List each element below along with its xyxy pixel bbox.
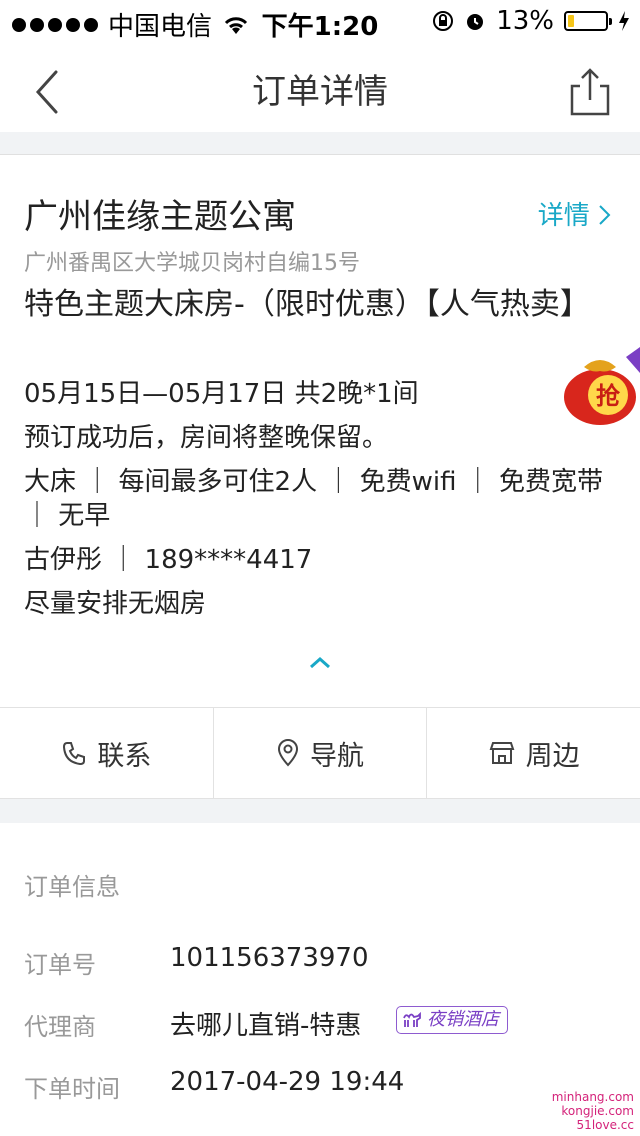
hotel-detail-link[interactable]: 详情 bbox=[538, 195, 612, 232]
watermark-line-1: minhang.com bbox=[551, 1090, 634, 1104]
reservation-note: 预订成功后，房间将整晚保留。 bbox=[24, 423, 389, 453]
store-icon bbox=[489, 742, 515, 764]
status-bar: 中国电信 下午1:20 13% bbox=[0, 0, 640, 42]
room-amenities: 大床 ｜ 每间最多可住2人 ｜ 免费wifi ｜ 免费宽带 ｜ 无早 bbox=[24, 467, 603, 531]
guest-info: 古伊彤 ｜ 189****4417 bbox=[24, 545, 313, 575]
camel-icon bbox=[403, 1011, 421, 1027]
page-title: 订单详情 bbox=[252, 72, 388, 112]
charging-bolt-icon bbox=[619, 11, 629, 31]
battery-percent: 13% bbox=[496, 6, 554, 36]
agent-label: 代理商 bbox=[24, 1013, 96, 1041]
agent-badge-label: 夜销酒店 bbox=[427, 1009, 499, 1030]
order-number-value: 101156373970 bbox=[170, 943, 369, 973]
navigation-bar: 订单详情 bbox=[0, 40, 640, 132]
phone-icon bbox=[63, 742, 86, 766]
chevron-right-icon bbox=[599, 205, 611, 225]
promo-grab-icon[interactable]: 抢 bbox=[560, 343, 640, 427]
agent-value: 去哪儿直销-特惠 bbox=[170, 1011, 362, 1041]
nearby-label: 周边 bbox=[525, 740, 580, 772]
contact-button[interactable]: 联系 bbox=[0, 708, 213, 798]
order-number-label: 订单号 bbox=[24, 951, 96, 979]
detail-link-label: 详情 bbox=[537, 201, 590, 231]
nearby-button[interactable]: 周边 bbox=[426, 708, 640, 798]
order-time-value: 2017-04-29 19:44 bbox=[170, 1067, 405, 1097]
chevron-up-icon[interactable] bbox=[305, 653, 335, 673]
battery-icon bbox=[564, 11, 612, 31]
section-divider bbox=[0, 132, 640, 155]
stay-dates: 05月15日—05月17日 共2晚*1间 bbox=[24, 379, 419, 409]
order-time-label: 下单时间 bbox=[24, 1075, 120, 1103]
contact-label: 联系 bbox=[97, 740, 152, 772]
agent-badge: 夜销酒店 bbox=[396, 1006, 508, 1034]
watermark-line-2: kongjie.com bbox=[561, 1104, 634, 1118]
hotel-address: 广州番禺区大学城贝岗村自编15号 bbox=[24, 251, 360, 276]
hotel-card: 广州佳缘主题公寓 详情 广州番禺区大学城贝岗村自编15号 特色主题大床房-（限时… bbox=[0, 155, 640, 708]
promo-text: 抢 bbox=[596, 382, 621, 410]
navigate-button[interactable]: 导航 bbox=[212, 708, 427, 798]
action-bar: 联系 导航 周边 bbox=[0, 708, 640, 798]
alarm-icon bbox=[467, 14, 484, 30]
order-info-title: 订单信息 bbox=[24, 873, 120, 901]
status-right: 13% bbox=[432, 6, 630, 36]
special-request: 尽量安排无烟房 bbox=[24, 589, 207, 619]
watermark: minhang.com kongjie.com 51love.cc bbox=[504, 1090, 634, 1132]
section-divider bbox=[0, 798, 640, 824]
watermark-line-3: 51love.cc bbox=[576, 1118, 634, 1132]
hotel-name: 广州佳缘主题公寓 bbox=[24, 197, 296, 237]
share-icon[interactable] bbox=[568, 66, 612, 118]
navigate-label: 导航 bbox=[310, 740, 364, 772]
location-pin-icon bbox=[277, 739, 299, 767]
room-type: 特色主题大床房-（限时优惠）【人气热卖】 bbox=[24, 287, 590, 322]
rotation-lock-icon bbox=[433, 11, 454, 31]
